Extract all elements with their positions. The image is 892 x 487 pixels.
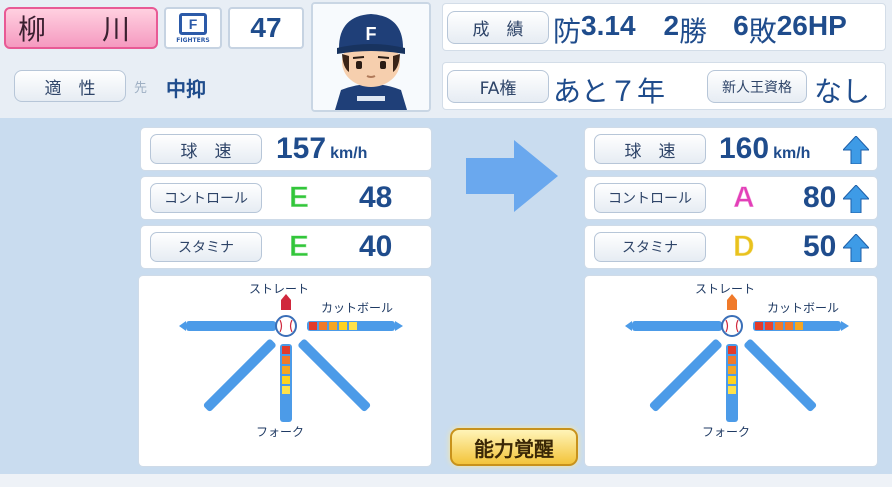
- after-cutball-label: カットボール: [767, 301, 840, 315]
- after-upleft-arm: [649, 339, 722, 412]
- record-label: 成 績: [447, 11, 549, 44]
- player-name: 柳 川: [17, 13, 144, 46]
- after-cutball-bar: [753, 321, 849, 331]
- after-speed: 160 km/h: [719, 132, 810, 166]
- fa-label: FA権: [447, 70, 549, 103]
- bottom-strip: [0, 474, 892, 487]
- before-fork-label: フォーク: [256, 425, 305, 439]
- uniform-number-value: 47: [250, 12, 282, 43]
- after-left-arm: [625, 321, 722, 331]
- before-ball-icon: [275, 315, 297, 337]
- before-control-row: コントロール E 48: [140, 176, 432, 220]
- team-logo: F FIGHTERS: [164, 7, 222, 49]
- after-stamina-grade: D: [733, 230, 756, 264]
- after-speed-unit: km/h: [773, 145, 811, 162]
- before-pitch-chart: ストレート カットボール フォーク: [138, 275, 432, 467]
- before-stamina-label: スタミナ: [150, 232, 262, 262]
- losses-value: 6: [733, 10, 749, 41]
- before-control-grade: E: [288, 181, 310, 215]
- stamina-up-arrow-icon: [843, 234, 869, 262]
- holds-value: 26: [776, 10, 808, 41]
- before-control-value: 48: [359, 181, 393, 214]
- uniform-number: 47: [228, 7, 304, 49]
- after-fork-bar: [726, 344, 738, 422]
- losses-unit: 敗: [748, 15, 777, 48]
- control-up-arrow-icon: [843, 185, 869, 213]
- after-fork-label: フォーク: [702, 425, 751, 439]
- aptitude-value: 中抑: [166, 77, 206, 101]
- after-control-label: コントロール: [594, 183, 706, 213]
- before-downright-arm: [298, 339, 371, 412]
- ability-awaken-badge: 能力覚醒: [450, 428, 578, 466]
- before-left-arm: [179, 321, 276, 331]
- aptitude-label: 適 性: [14, 70, 126, 102]
- big-right-arrow-icon: [466, 140, 558, 212]
- before-speed: 157 km/h: [276, 132, 367, 166]
- fa-value: あと７年: [553, 75, 666, 108]
- before-stamina-row: スタミナ E 40: [140, 225, 432, 269]
- before-speed-row: 球 速 157 km/h: [140, 127, 432, 171]
- before-upleft-arm: [203, 339, 276, 412]
- speed-up-arrow-icon: [843, 136, 869, 164]
- after-control-row: コントロール A 80: [584, 176, 878, 220]
- era-label: 防: [553, 15, 582, 48]
- wins-unit: 勝: [679, 15, 708, 48]
- after-stamina-value: 50: [803, 230, 837, 263]
- team-logo-letter: F: [188, 15, 198, 32]
- before-speed-value: 157: [276, 132, 327, 165]
- player-face-icon: F: [313, 4, 429, 110]
- svg-text:F: F: [366, 24, 377, 44]
- before-fork-bar: [280, 344, 292, 422]
- after-control-grade: A: [733, 181, 756, 215]
- before-stamina-value: 40: [359, 230, 393, 263]
- after-stamina-row: スタミナ D 50: [584, 225, 878, 269]
- rookie-label: 新人王資格: [707, 70, 807, 103]
- team-logo-mark: F: [179, 12, 207, 35]
- holds-unit: HP: [807, 10, 847, 41]
- before-speed-label: 球 速: [150, 134, 262, 164]
- wins-value: 2: [663, 10, 680, 41]
- after-stamina-label: スタミナ: [594, 232, 706, 262]
- after-ball-icon: [721, 315, 743, 337]
- player-name-plate: 柳 川: [4, 7, 158, 49]
- player-avatar: F: [311, 2, 431, 112]
- before-straight-label: ストレート: [249, 282, 310, 296]
- after-pitch-chart: ストレート カットボール フォーク: [584, 275, 878, 467]
- aptitude-starter-faint: 先: [134, 81, 148, 96]
- after-speed-label: 球 速: [594, 134, 706, 164]
- record-stats: 防 3.14 2 勝 6 敗 26 HP: [553, 10, 847, 50]
- team-logo-text: FIGHTERS: [176, 36, 210, 44]
- before-control-label: コントロール: [150, 183, 262, 213]
- before-stamina-grade: E: [288, 230, 310, 264]
- after-speed-row: 球 速 160 km/h: [584, 127, 878, 171]
- before-cutball-bar: [307, 321, 403, 331]
- after-straight-label: ストレート: [695, 282, 756, 296]
- after-control-value: 80: [803, 181, 837, 214]
- rookie-value: なし: [814, 75, 871, 108]
- after-speed-value: 160: [719, 132, 770, 165]
- before-cutball-label: カットボール: [321, 301, 394, 315]
- after-downright-arm: [744, 339, 817, 412]
- before-speed-unit: km/h: [330, 145, 368, 162]
- era-value: 3.14: [581, 10, 636, 41]
